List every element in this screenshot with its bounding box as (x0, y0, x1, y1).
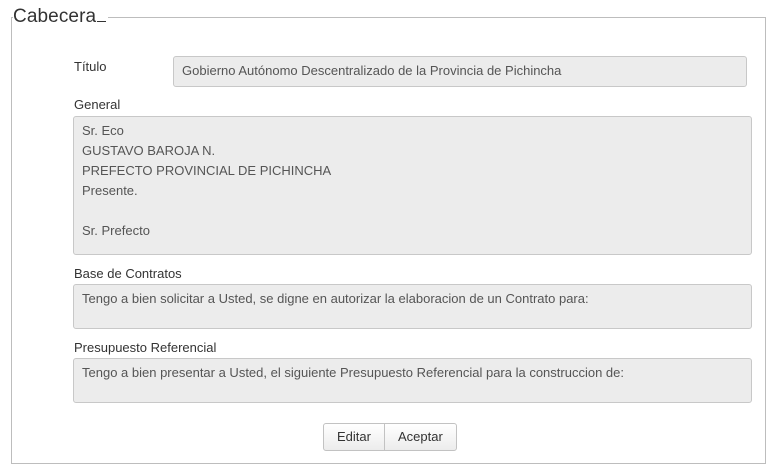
aceptar-button[interactable]: Aceptar (383, 424, 456, 450)
legend-underscore (97, 21, 107, 22)
titulo-field[interactable]: Gobierno Autónomo Descentralizado de la … (173, 56, 747, 87)
general-label: General (74, 97, 121, 112)
editar-button[interactable]: Editar (324, 424, 384, 450)
base-contratos-label: Base de Contratos (74, 266, 182, 281)
general-textarea[interactable]: Sr. Eco GUSTAVO BAROJA N. PREFECTO PROVI… (73, 116, 752, 255)
presupuesto-label: Presupuesto Referencial (74, 340, 217, 355)
titulo-label: Título (74, 59, 107, 74)
action-button-group: Editar Aceptar (323, 423, 457, 451)
cabecera-legend: Cabecera (13, 5, 109, 29)
presupuesto-textarea[interactable]: Tengo a bien presentar a Usted, el sigui… (73, 358, 752, 403)
base-contratos-textarea[interactable]: Tengo a bien solicitar a Usted, se digne… (73, 284, 752, 329)
legend-text: Cabecera (13, 6, 97, 27)
